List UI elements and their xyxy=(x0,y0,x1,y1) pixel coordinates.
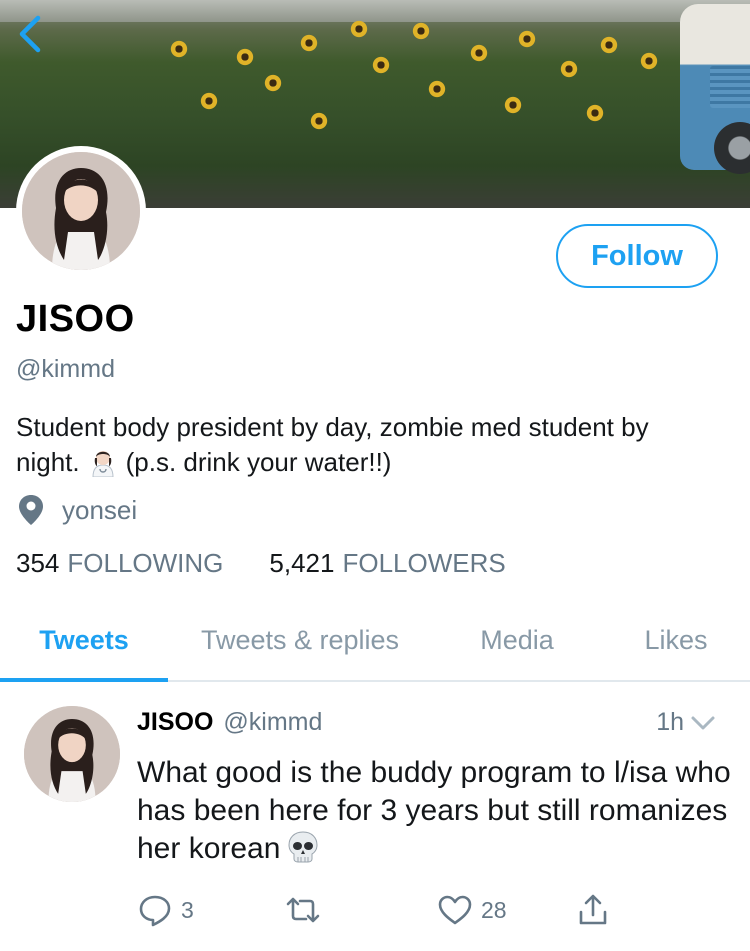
tweet-text: What good is the buddy program to l/isa … xyxy=(137,756,731,865)
back-button[interactable] xyxy=(12,12,52,56)
following-label: FOLLOWING xyxy=(67,548,224,578)
tab-tweets-and-replies[interactable]: Tweets & replies xyxy=(168,600,432,680)
tweet-author-name[interactable]: JISOO xyxy=(137,708,213,737)
bio-line-1: Student body president by day, zombie me… xyxy=(16,412,649,442)
tweet-avatar[interactable] xyxy=(24,706,120,802)
profile-display-name: JISOO xyxy=(16,298,135,340)
bio-line-2-end: (p.s. drink your water!!) xyxy=(125,447,392,477)
tweet-timestamp: 1h xyxy=(656,708,684,736)
tweet-item[interactable]: JISOO @kimmd 1h What good is the buddy p… xyxy=(0,684,750,951)
chevron-left-icon xyxy=(19,15,41,53)
like-button[interactable]: 28 xyxy=(437,892,575,928)
tab-likes[interactable]: Likes xyxy=(602,600,750,680)
retweet-icon xyxy=(286,897,320,923)
bio-line-2-start: night. xyxy=(16,447,80,477)
following-stat[interactable]: 354 FOLLOWING xyxy=(16,548,223,579)
location-pin-icon xyxy=(19,495,43,525)
chevron-down-icon[interactable] xyxy=(690,713,716,733)
share-button[interactable] xyxy=(575,892,611,928)
profile-handle: @kimmd xyxy=(16,355,115,383)
following-count: 354 xyxy=(16,548,60,578)
reply-icon xyxy=(139,895,171,927)
location-label: yonsei xyxy=(62,494,138,525)
retweet-button[interactable] xyxy=(285,892,437,928)
tweet-actions: 3 28 xyxy=(137,892,611,928)
tweet-author-handle[interactable]: @kimmd xyxy=(223,708,322,737)
avatar-portrait xyxy=(22,152,140,270)
tab-media[interactable]: Media xyxy=(432,600,602,680)
profile-location: yonsei xyxy=(16,493,137,527)
tweet-meta: 1h xyxy=(656,708,716,737)
follow-button[interactable]: Follow xyxy=(556,224,718,288)
profile-tabs: Tweets Tweets & replies Media Likes xyxy=(0,600,750,682)
profile-bio: Student body president by day, zombie me… xyxy=(16,410,736,480)
skull-emoji-icon xyxy=(288,831,318,863)
van-graphic xyxy=(680,4,750,174)
followers-stat[interactable]: 5,421 FOLLOWERS xyxy=(269,548,505,579)
share-icon xyxy=(579,894,607,925)
health-worker-emoji-icon xyxy=(92,451,114,477)
avatar-portrait xyxy=(24,706,120,802)
tab-tweets[interactable]: Tweets xyxy=(0,600,168,682)
like-count: 28 xyxy=(481,896,507,923)
heart-icon xyxy=(438,895,472,925)
reply-count: 3 xyxy=(181,896,194,923)
reply-button[interactable]: 3 xyxy=(137,892,285,928)
followers-count: 5,421 xyxy=(269,548,335,578)
tweet-body: What good is the buddy program to l/isa … xyxy=(137,754,737,868)
tweet-header: JISOO @kimmd xyxy=(137,708,322,737)
profile-avatar[interactable] xyxy=(16,146,146,276)
followers-label: FOLLOWERS xyxy=(342,548,506,578)
profile-stats: 354 FOLLOWING 5,421 FOLLOWERS xyxy=(16,548,506,579)
